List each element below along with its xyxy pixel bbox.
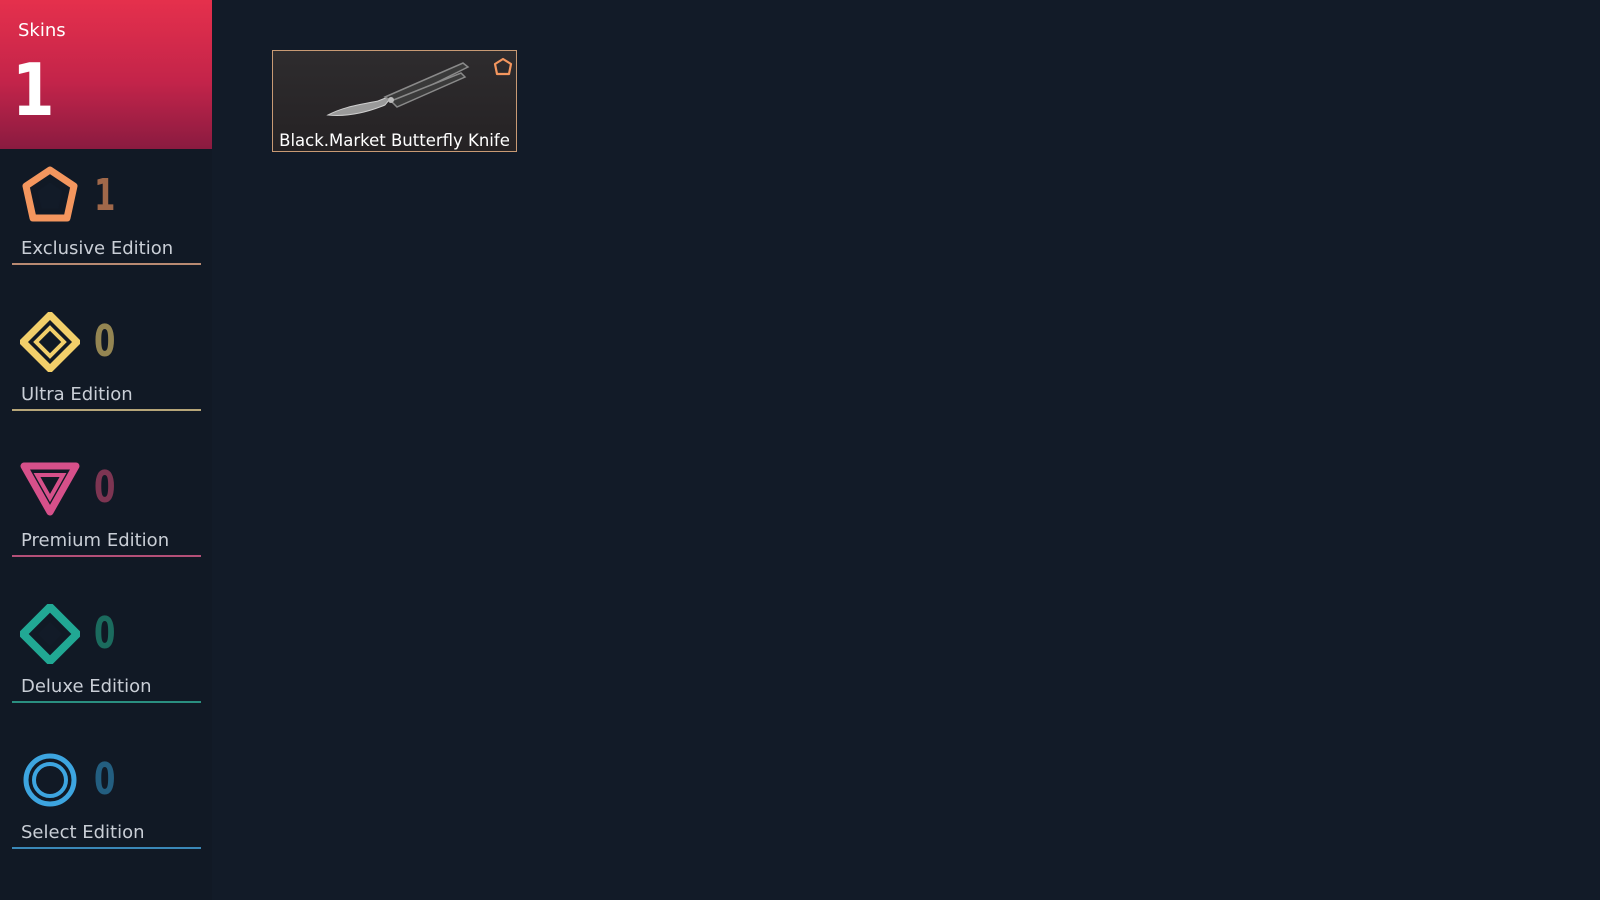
edition-underline xyxy=(12,263,201,265)
edition-count: 0 xyxy=(94,462,116,513)
edition-underline xyxy=(12,701,201,703)
edition-underline xyxy=(12,555,201,557)
edition-filter-select[interactable]: 0 Select Edition xyxy=(12,750,201,850)
skins-count: 1 xyxy=(12,48,55,132)
ultra-diamond-icon xyxy=(20,312,80,372)
exclusive-pentagon-icon xyxy=(22,166,78,222)
edition-count: 0 xyxy=(94,754,116,805)
skin-name: Black.Market Butterfly Knife xyxy=(279,131,510,150)
edition-count: 0 xyxy=(94,608,116,659)
skins-summary[interactable]: Skins 1 xyxy=(0,0,212,149)
edition-label: Premium Edition xyxy=(21,530,170,551)
edition-label: Ultra Edition xyxy=(21,384,133,405)
edition-count: 1 xyxy=(94,170,116,221)
edition-label: Select Edition xyxy=(21,822,145,843)
sidebar: Skins 1 1 Exclusive Edition 0 Ultra Edit… xyxy=(0,0,212,900)
select-ring-icon xyxy=(23,753,77,807)
skins-title: Skins xyxy=(18,20,66,41)
skin-card[interactable]: Black.Market Butterfly Knife xyxy=(272,50,517,152)
edition-count: 0 xyxy=(94,316,116,367)
deluxe-rhombus-icon xyxy=(20,604,80,664)
edition-underline xyxy=(12,847,201,849)
edition-underline xyxy=(12,409,201,411)
edition-filter-deluxe[interactable]: 0 Deluxe Edition xyxy=(12,604,201,704)
edition-filter-premium[interactable]: 0 Premium Edition xyxy=(12,458,201,558)
edition-filter-exclusive[interactable]: 1 Exclusive Edition xyxy=(12,166,201,266)
premium-triangle-icon xyxy=(20,462,80,516)
exclusive-pentagon-icon xyxy=(493,57,513,76)
edition-label: Deluxe Edition xyxy=(21,676,152,697)
edition-label: Exclusive Edition xyxy=(21,238,174,259)
butterfly-knife-icon xyxy=(326,62,470,116)
edition-filter-ultra[interactable]: 0 Ultra Edition xyxy=(12,312,201,412)
